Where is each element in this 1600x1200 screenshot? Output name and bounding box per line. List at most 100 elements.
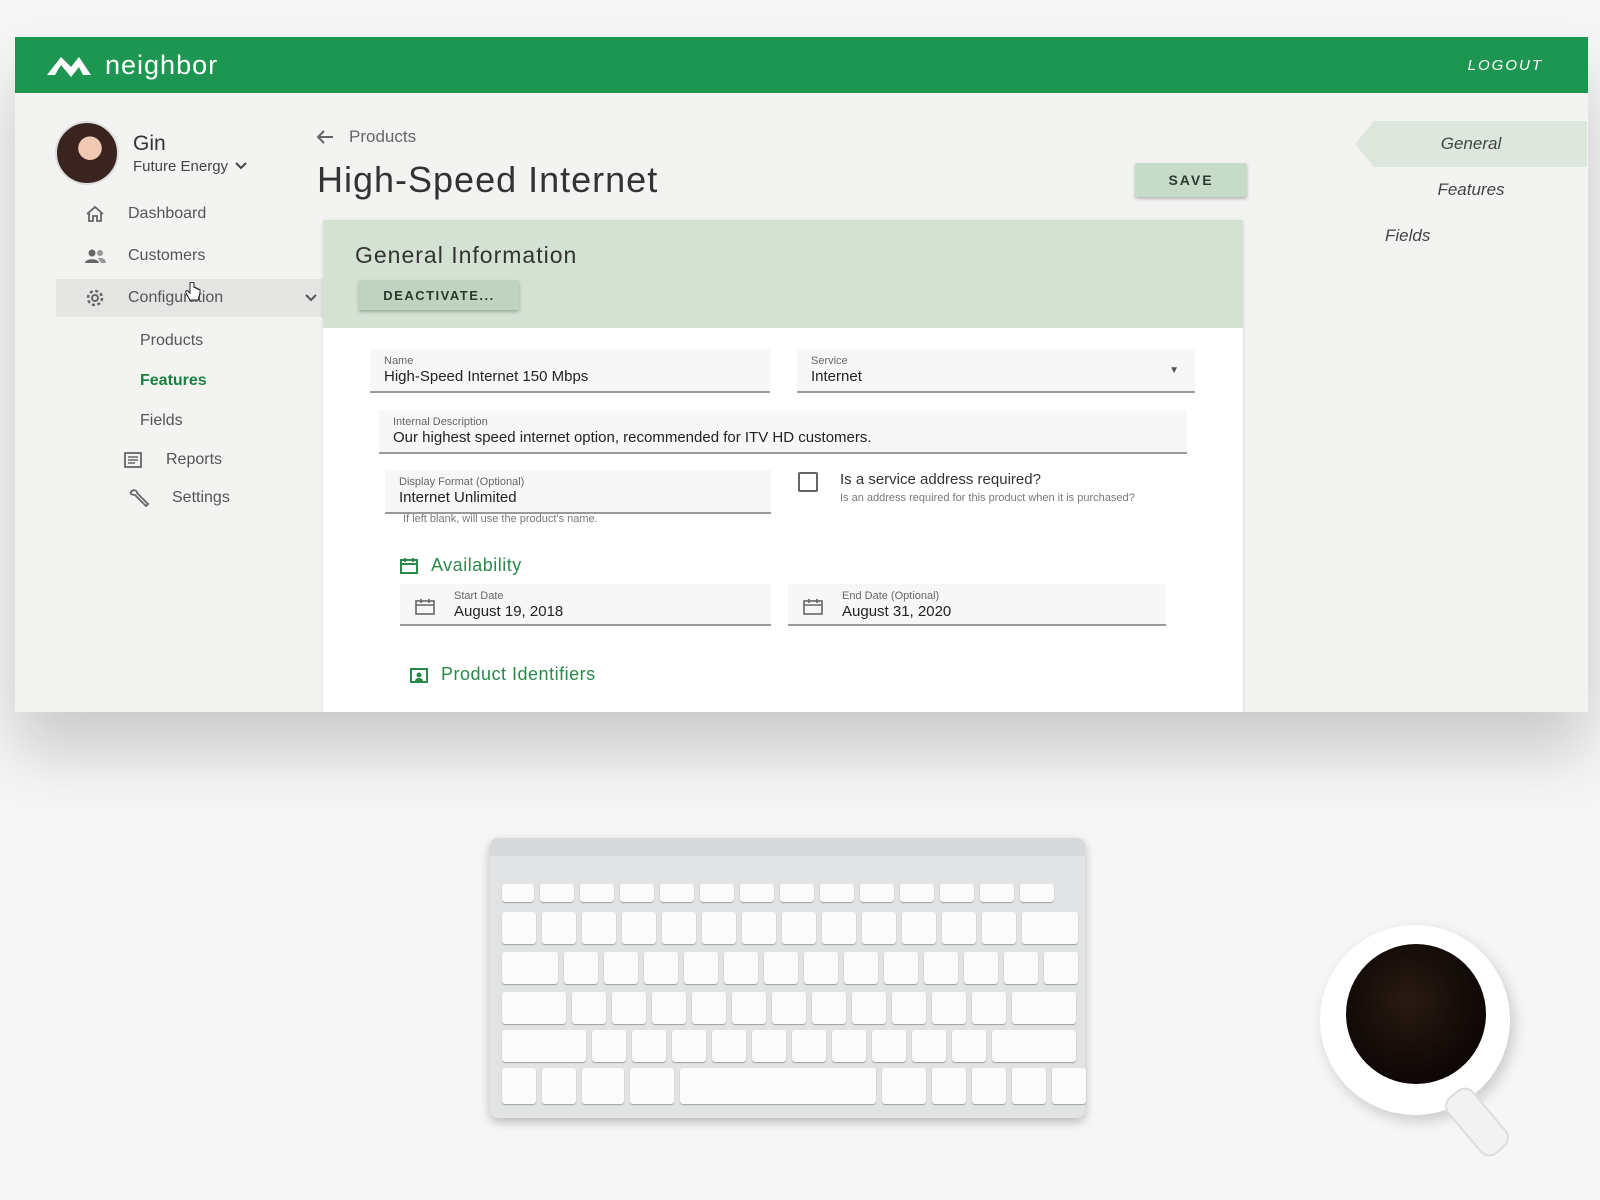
keyboard-key [742, 912, 776, 944]
end-date-field[interactable]: End Date (Optional) [788, 584, 1176, 626]
app-screen: neighbor LOGOUT Gin Future Energy Dashbo… [15, 37, 1588, 712]
keyboard-key [652, 992, 686, 1024]
sidebar-item-reports[interactable]: Reports [70, 441, 330, 479]
keyboard-key [892, 992, 926, 1024]
coffee [1346, 944, 1486, 1084]
keyboard-key [780, 884, 814, 902]
service-select[interactable]: Service ▼ [797, 349, 1195, 393]
keyboard-key [972, 1068, 1006, 1104]
keyboard-key [660, 884, 694, 902]
name-field[interactable]: Name [370, 349, 770, 393]
keyboard-key [580, 884, 614, 902]
keyboard-key [582, 912, 616, 944]
keyboard-key [820, 884, 854, 902]
hand-cursor-icon [185, 282, 201, 301]
keyboard-key [502, 912, 536, 944]
keyboard-key [620, 884, 654, 902]
keyboard-key [932, 1068, 966, 1104]
keyboard-key [542, 912, 576, 944]
internal-description-input[interactable] [393, 429, 1157, 446]
keyboard-key [692, 992, 726, 1024]
service-address-checkbox[interactable] [798, 472, 818, 492]
keyboard-key [684, 952, 718, 984]
keyboard-key [902, 912, 936, 944]
keyboard-key [942, 912, 976, 944]
id-card-icon [410, 667, 428, 683]
section-nav-fields[interactable]: Fields [1355, 213, 1587, 259]
keyboard-key [764, 952, 798, 984]
keyboard-key [564, 952, 598, 984]
calendar-icon [400, 557, 418, 574]
breadcrumb[interactable]: Products [315, 127, 416, 147]
keyboard-key [972, 992, 1006, 1024]
service-address-question: Is a service address required? [840, 471, 1041, 488]
brand-logo[interactable]: neighbor [45, 50, 218, 81]
keyboard-key [572, 992, 606, 1024]
internal-description-field[interactable]: Internal Description [379, 410, 1187, 454]
display-format-input[interactable] [399, 489, 741, 506]
section-nav: General Features Fields [1355, 121, 1587, 259]
sidebar-item-customers[interactable]: Customers [70, 237, 330, 275]
keyboard [490, 838, 1086, 1118]
name-input[interactable] [384, 368, 740, 385]
cup-handle [1440, 1082, 1514, 1162]
section-nav-general[interactable]: General [1355, 121, 1587, 167]
report-icon [122, 449, 144, 471]
display-format-field[interactable]: Display Format (Optional) [385, 470, 771, 514]
sidebar-item-dashboard[interactable]: Dashboard [70, 195, 330, 233]
sidebar-subitem-fields[interactable]: Fields [70, 401, 330, 441]
save-button[interactable]: SAVE [1135, 163, 1247, 197]
name-label: Name [384, 355, 414, 367]
keyboard-key [604, 952, 638, 984]
keyboard-key [882, 1068, 926, 1104]
arrow-left-icon [316, 130, 333, 144]
display-format-hint: If left blank, will use the product's na… [403, 513, 598, 525]
keyboard-key [700, 884, 734, 902]
keyboard-key [1020, 884, 1054, 902]
keyboard-key [712, 1030, 746, 1062]
keyboard-key [912, 1030, 946, 1062]
chevron-down-icon[interactable] [304, 293, 318, 303]
start-date-field[interactable]: Start Date [400, 584, 781, 626]
keyboard-key [724, 952, 758, 984]
start-date-input[interactable] [454, 603, 781, 620]
start-date-label: Start Date [454, 590, 504, 602]
keyboard-key [844, 952, 878, 984]
keyboard-key [1004, 952, 1038, 984]
keyboard-key [932, 992, 966, 1024]
availability-label: Availability [431, 555, 522, 575]
service-value[interactable] [811, 368, 1165, 385]
service-address-help: Is an address required for this product … [840, 492, 1135, 504]
keyboard-key [980, 884, 1014, 902]
logout-button[interactable]: LOGOUT [1468, 57, 1543, 74]
sidebar-item-settings[interactable]: Settings [70, 479, 330, 517]
card-header: General Information DEACTIVATE... [323, 220, 1243, 328]
user-menu[interactable]: Gin Future Energy [55, 121, 248, 185]
keyboard-key [632, 1030, 666, 1062]
keyboard-key [862, 912, 896, 944]
keyboard-key [540, 884, 574, 902]
sidebar-subitem-features[interactable]: Features [70, 361, 330, 401]
keyboard-key [982, 912, 1016, 944]
keyboard-key [992, 1030, 1076, 1062]
sidebar-item-label: Dashboard [128, 205, 207, 222]
keyboard-key [804, 952, 838, 984]
avatar [55, 121, 119, 185]
user-name: Gin [133, 131, 166, 155]
keyboard-key [952, 1030, 986, 1062]
deactivate-button[interactable]: DEACTIVATE... [359, 280, 519, 310]
end-date-input[interactable] [842, 603, 1176, 620]
sidebar-subitem-products[interactable]: Products [70, 321, 330, 361]
section-nav-features[interactable]: Features [1355, 167, 1587, 213]
sidebar-item-label: Customers [128, 247, 206, 264]
keyboard-key [592, 1030, 626, 1062]
brand-name: neighbor [105, 49, 219, 80]
sidebar-item-label: Reports [166, 451, 223, 468]
internal-description-label: Internal Description [393, 416, 488, 428]
keyboard-key [1012, 992, 1076, 1024]
keyboard-key [630, 1068, 674, 1104]
users-icon [84, 245, 106, 267]
org-switcher[interactable]: Future Energy [133, 158, 248, 175]
keyboard-key [612, 992, 646, 1024]
keyboard-key [582, 1068, 624, 1104]
